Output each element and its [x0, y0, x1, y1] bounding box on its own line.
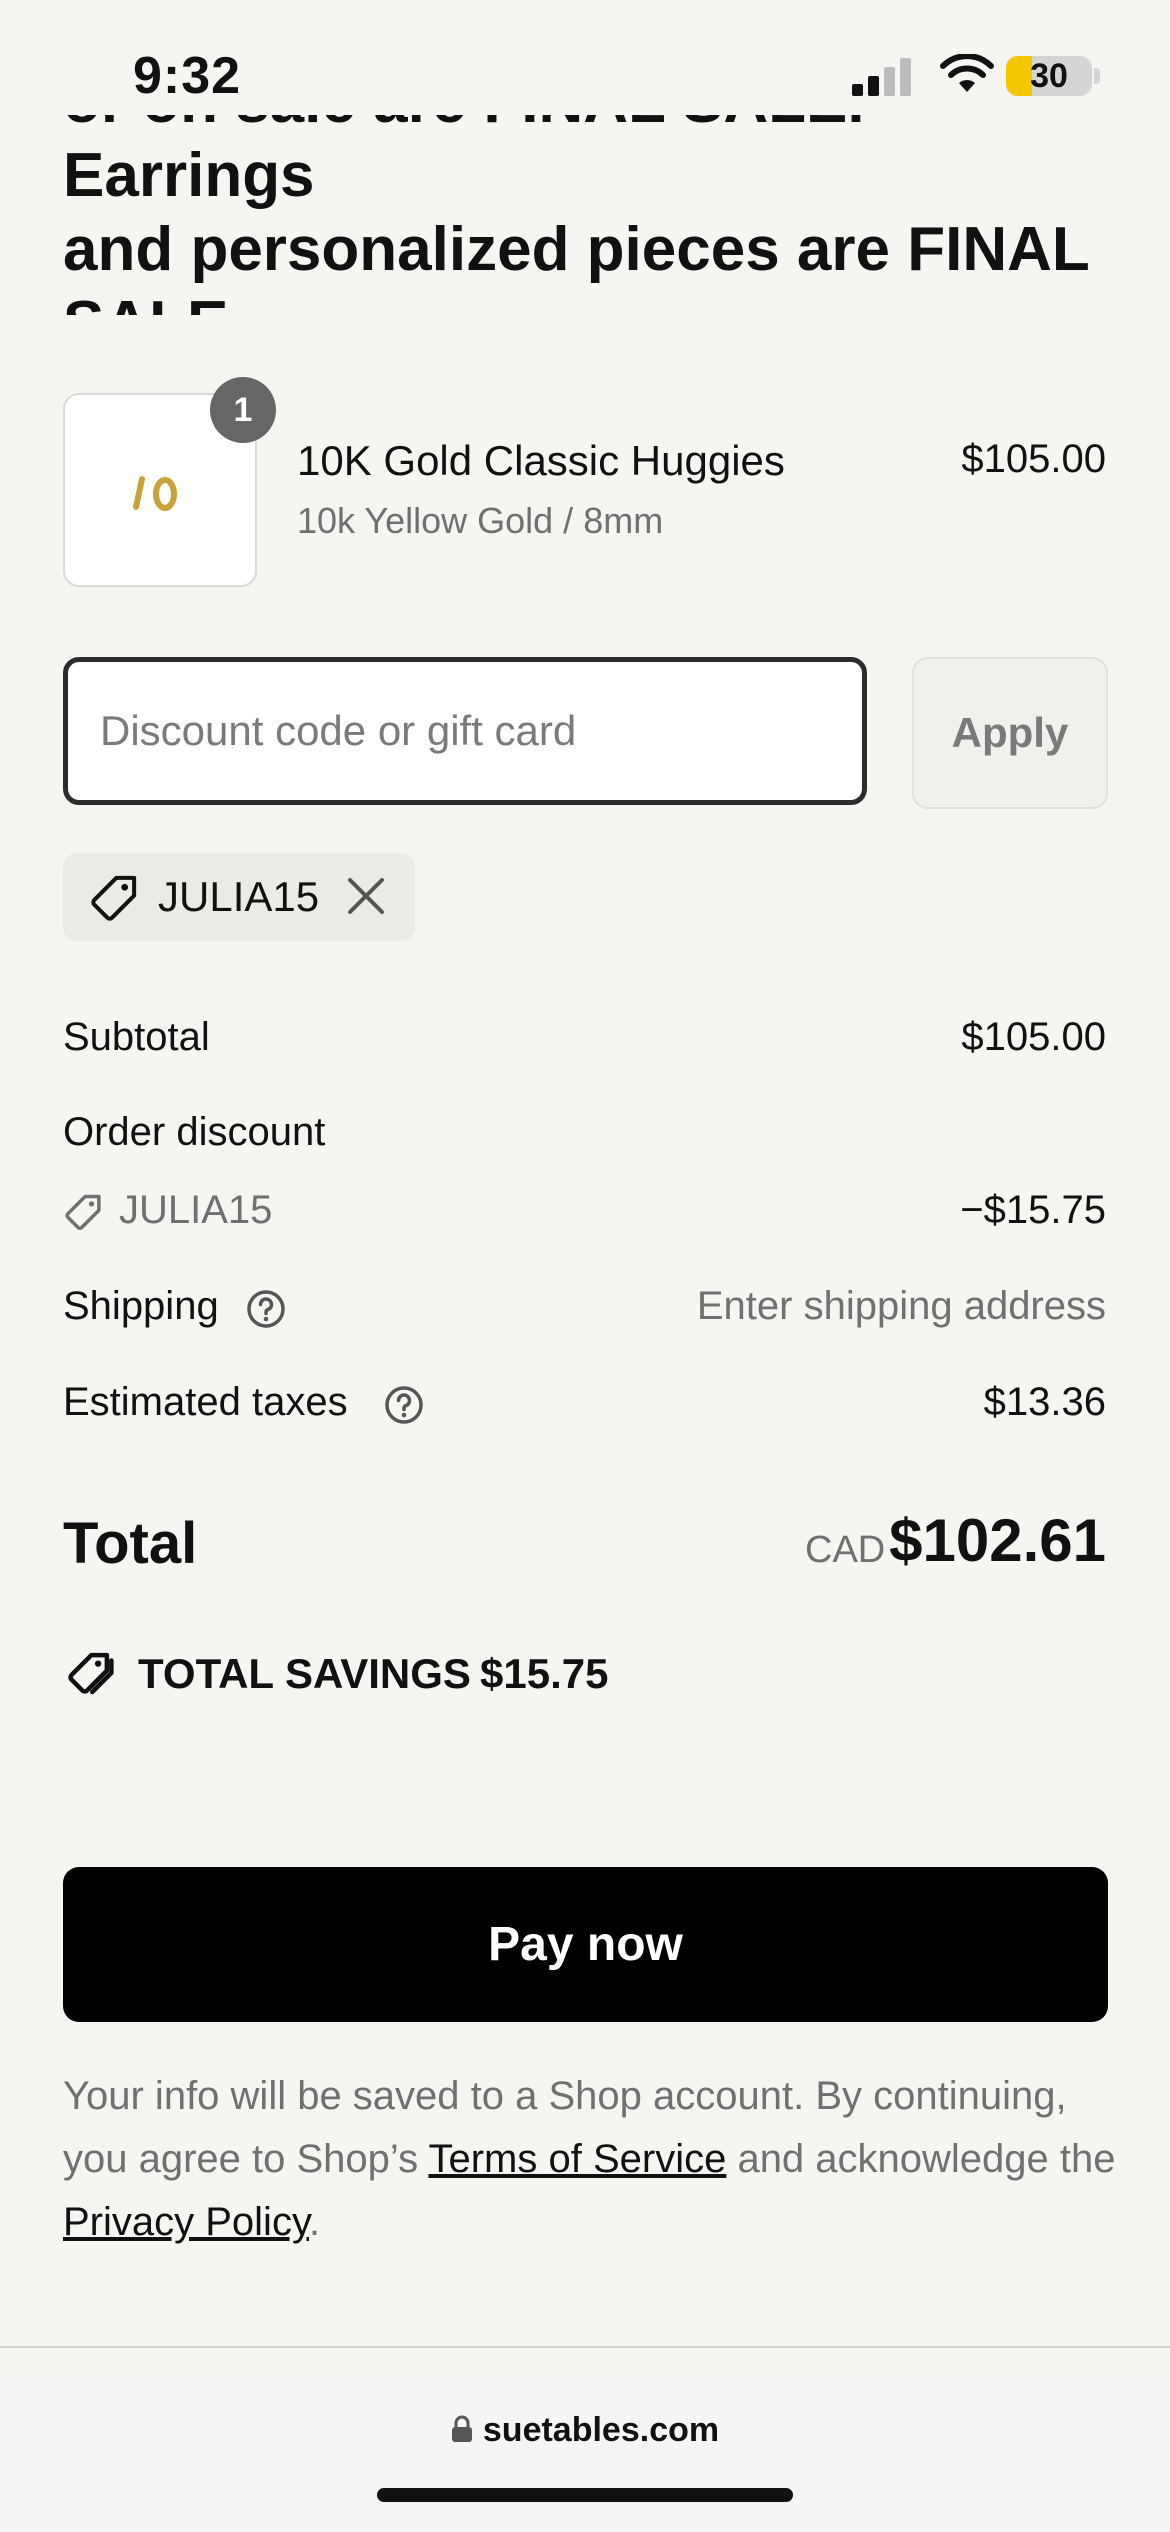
order-discount-label: Order discount — [63, 1110, 326, 1154]
discount-code-input[interactable] — [68, 662, 862, 800]
status-time: 9:32 — [133, 47, 242, 105]
total-value: $102.61 — [889, 1507, 1106, 1574]
policy-heading: or on sale are FINAL SALE. Earrings and … — [63, 115, 1123, 315]
order-discount-value: −$15.75 — [960, 1188, 1106, 1232]
policy-heading-clip: or on sale are FINAL SALE. Earrings and … — [0, 115, 1170, 315]
apply-discount-button[interactable]: Apply — [912, 657, 1108, 809]
terms-of-service-link[interactable]: Terms of Service — [428, 2137, 726, 2181]
subtotal-label: Subtotal — [63, 1015, 210, 1059]
lock-icon — [451, 2415, 472, 2442]
home-indicator[interactable] — [377, 2488, 793, 2502]
product-name: 10K Gold Classic Huggies — [297, 437, 785, 484]
total-currency: CAD — [805, 1529, 886, 1571]
domain-text: suetables.com — [482, 2411, 720, 2449]
tag-icon — [91, 875, 137, 921]
legal-notice: Your info will be saved to a Shop accoun… — [63, 2065, 1123, 2254]
battery-cap — [1094, 68, 1100, 84]
product-variant: 10k Yellow Gold / 8mm — [297, 500, 664, 541]
savings-tag-icon — [68, 1652, 114, 1695]
discount-field[interactable] — [63, 657, 867, 805]
product-price: $105.00 — [961, 437, 1106, 481]
quantity-badge: 1 — [210, 377, 276, 443]
shipping-value: Enter shipping address — [696, 1284, 1106, 1328]
shipping-label: Shipping — [63, 1284, 219, 1328]
total-label: Total — [63, 1511, 198, 1576]
taxes-label: Estimated taxes — [63, 1380, 348, 1424]
policy-heading-partial: or on sale are FINAL SALE. Earrings — [63, 115, 865, 210]
taxes-help-icon[interactable] — [384, 1385, 424, 1425]
pay-now-button[interactable]: Pay now — [63, 1867, 1108, 2022]
total-savings-value: $15.75 — [480, 1650, 609, 1697]
taxes-value: $13.36 — [983, 1380, 1106, 1424]
legal-text-3: . — [308, 2200, 321, 2244]
order-discount-code: JULIA15 — [119, 1188, 273, 1232]
applied-discount-code: JULIA15 — [158, 873, 320, 920]
battery-indicator: 30 — [1006, 56, 1092, 96]
cellular-signal-icon — [852, 58, 911, 96]
wifi-icon — [940, 54, 994, 92]
browser-address-bar[interactable] — [0, 2372, 1170, 2532]
battery-percent: 30 — [1030, 57, 1068, 95]
privacy-policy-link[interactable]: Privacy Policy — [63, 2200, 309, 2244]
discount-tag-icon — [65, 1194, 101, 1230]
browser-divider — [0, 2346, 1170, 2348]
subtotal-value: $105.00 — [961, 1015, 1106, 1059]
total-savings-label: TOTAL SAVINGS — [138, 1650, 471, 1697]
address-bar-domain[interactable]: suetables.com — [0, 2411, 1170, 2450]
remove-discount-icon[interactable] — [346, 876, 386, 916]
shipping-help-icon[interactable] — [246, 1289, 286, 1329]
legal-text-2: and acknowledge the — [726, 2137, 1116, 2181]
policy-heading-text: and personalized pieces are FINAL SALE — [63, 215, 1089, 315]
